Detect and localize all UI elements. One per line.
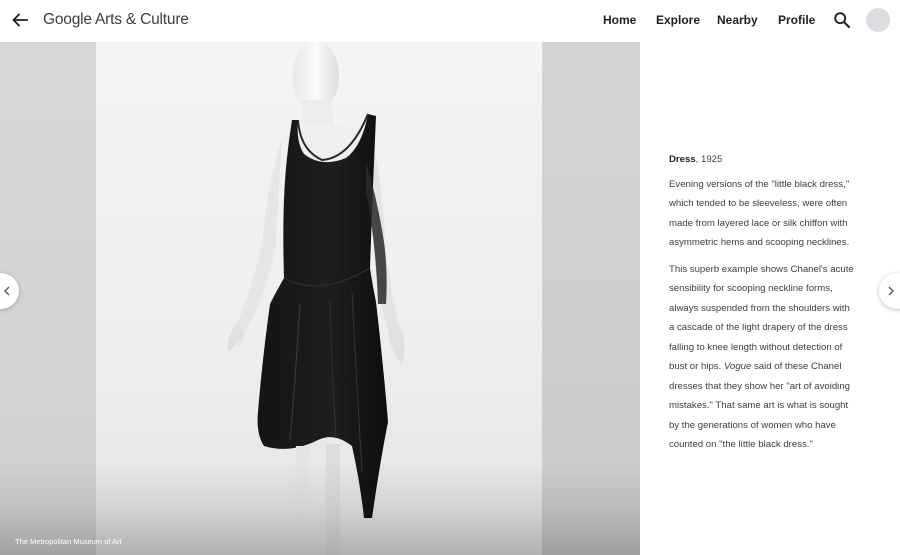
vogue-text: Vogue (723, 361, 752, 372)
description-line: dresses that they show her "art of avoid… (669, 380, 850, 392)
description-line: counted on "the little black dress." (669, 439, 813, 450)
app-logo[interactable]: Google Arts & Culture (43, 11, 189, 29)
avatar[interactable] (866, 8, 890, 32)
description-line: falling to knee length without detection… (669, 341, 843, 353)
search-button[interactable] (833, 11, 851, 29)
description-paragraph-2: This superb example shows Chanel's acute… (669, 260, 874, 455)
artwork-viewer[interactable]: The Metropolitan Museum of Art (0, 42, 640, 555)
chevron-right-icon (888, 286, 895, 296)
description-line: asymmetric hems and scooping necklines. (669, 237, 850, 248)
description-line: mistakes." That same art is what is soug… (669, 400, 849, 411)
top-app-bar: Google Arts & Culture Home Explore Nearb… (0, 0, 900, 42)
artwork-title-name: Dress (669, 154, 696, 165)
nav-profile[interactable]: Profile (778, 13, 815, 27)
artwork-date: , 1925 (695, 154, 723, 165)
back-button[interactable] (9, 9, 31, 31)
description-line: by the generations of women who have (669, 419, 836, 431)
nav-explore[interactable]: Explore (656, 13, 700, 27)
description-line: made from layered lace or silk chiffon w… (669, 217, 848, 229)
description-paragraph-1: Evening versions of the "little black dr… (669, 175, 874, 253)
description-line: which tended to be sleeveless, were ofte… (669, 198, 848, 209)
image-credit[interactable]: The Metropolitan Museum of Art (15, 537, 122, 546)
chevron-left-icon (3, 286, 10, 296)
next-button[interactable] (879, 273, 900, 309)
artwork-description: Dress, 1925 Evening versions of the "lit… (669, 150, 874, 462)
nav-home[interactable]: Home (603, 13, 636, 27)
description-line: a cascade of the light drapery of the dr… (669, 322, 848, 333)
description-line: This superb example shows Chanel's acute (669, 263, 854, 275)
description-line: sensibility for scooping neckline forms, (669, 283, 833, 294)
description-line: bust or hips. Vogue said of these Chanel (669, 357, 874, 377)
description-line: Evening versions of the "little black dr… (669, 178, 850, 190)
arrow-back-icon (12, 13, 28, 27)
description-text: said of these Chanel (751, 361, 842, 372)
description-text: bust or hips. (669, 361, 724, 372)
search-icon (834, 12, 851, 29)
artwork-title: Dress, 1925 (669, 150, 874, 170)
description-line: always suspended from the shoulders with (669, 302, 850, 314)
nav-nearby[interactable]: Nearby (717, 13, 758, 27)
